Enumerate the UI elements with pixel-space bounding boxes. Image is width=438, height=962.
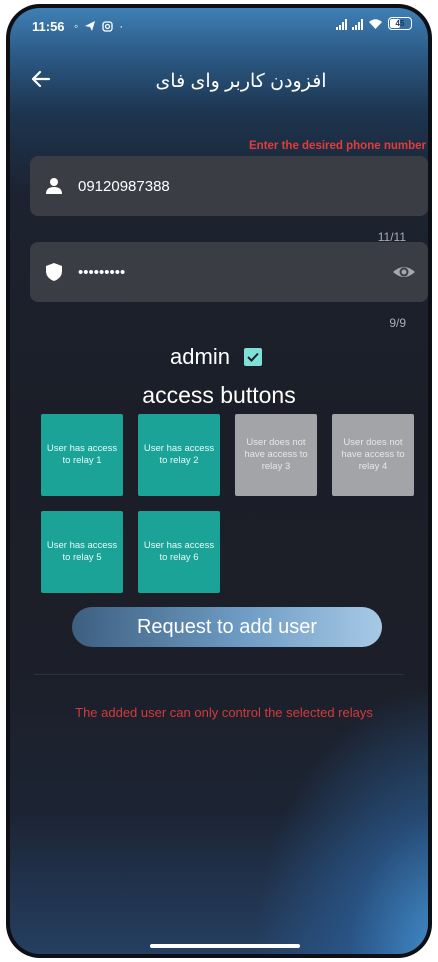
- phone-input[interactable]: [78, 156, 378, 216]
- cell-signal-icon: [336, 18, 347, 30]
- divider: [34, 674, 404, 675]
- phone-frame: 11:56 ◦ · 45 افزودن کاربر وای فای Enter …: [6, 4, 432, 958]
- phone-field[interactable]: [30, 156, 428, 216]
- relay-grid: User has access to relay 1 User has acce…: [41, 414, 421, 593]
- instagram-icon: [102, 20, 113, 32]
- password-char-counter: 9/9: [389, 316, 406, 330]
- request-add-user-button[interactable]: Request to add user: [72, 607, 382, 647]
- status-notification-icons: ◦ ·: [74, 19, 123, 33]
- more-dot-icon: ·: [119, 19, 124, 33]
- eye-icon[interactable]: [392, 260, 416, 284]
- cell-signal-2-icon: [352, 18, 363, 30]
- status-system-icons: 45: [336, 17, 412, 30]
- home-indicator[interactable]: [150, 944, 300, 948]
- password-field[interactable]: [30, 242, 428, 302]
- admin-label: admin: [170, 344, 230, 369]
- telegram-icon: [85, 21, 96, 31]
- battery-level: 45: [395, 19, 405, 28]
- admin-row: admin: [10, 344, 428, 370]
- relay-button-5[interactable]: User has access to relay 5: [41, 511, 123, 593]
- relay-button-2[interactable]: User has access to relay 2: [138, 414, 220, 496]
- relay-button-6[interactable]: User has access to relay 6: [138, 511, 220, 593]
- wifi-icon: [369, 18, 382, 29]
- shield-icon: [46, 263, 62, 281]
- check-icon: [247, 352, 259, 362]
- page-title: افزودن کاربر وای فای: [155, 71, 327, 92]
- app-screen: 11:56 ◦ · 45 افزودن کاربر وای فای Enter …: [10, 8, 428, 954]
- person-icon: [46, 178, 62, 194]
- status-bar: 11:56 ◦ · 45: [10, 8, 428, 44]
- signal-dot-icon: ◦: [74, 19, 79, 33]
- status-time: 11:56: [32, 19, 65, 34]
- password-input[interactable]: [78, 242, 378, 302]
- relay-button-3[interactable]: User does not have access to relay 3: [235, 414, 317, 496]
- relay-restriction-note: The added user can only control the sele…: [75, 705, 373, 720]
- access-buttons-title: access buttons: [142, 382, 296, 408]
- relay-button-1[interactable]: User has access to relay 1: [41, 414, 123, 496]
- battery-icon: 45: [388, 17, 412, 30]
- app-bar: افزودن کاربر وای فای: [10, 64, 428, 104]
- phone-hint-label: Enter the desired phone number: [249, 140, 426, 152]
- admin-checkbox[interactable]: [243, 348, 262, 366]
- relay-button-4[interactable]: User does not have access to relay 4: [332, 414, 414, 496]
